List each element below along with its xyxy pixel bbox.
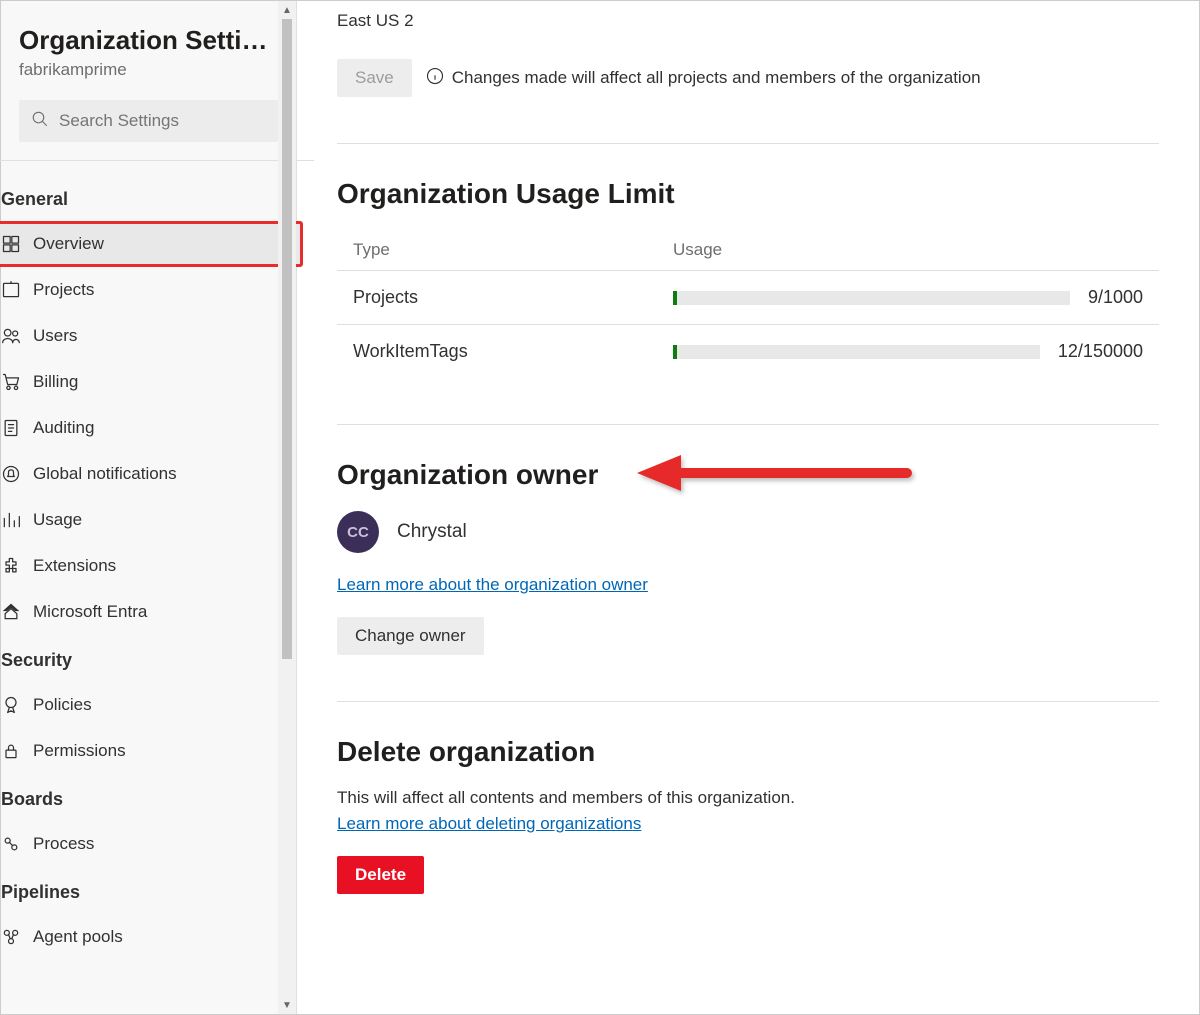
search-input[interactable]	[59, 111, 266, 131]
sidebar-item-policies[interactable]: Policies	[0, 683, 302, 727]
page-title: Organization Settin...	[19, 25, 278, 56]
owner-name: Chrystal	[397, 521, 467, 543]
sidebar-item-process[interactable]: Process	[0, 822, 302, 866]
sidebar-item-label: Microsoft Entra	[33, 602, 147, 622]
usage-value: 9/1000	[1088, 287, 1143, 308]
owner-avatar: CC	[337, 511, 379, 553]
usage-bar	[673, 291, 1070, 305]
sidebar-item-auditing[interactable]: Auditing	[0, 406, 302, 450]
notifications-icon	[1, 464, 21, 484]
usage-heading: Organization Usage Limit	[337, 178, 1159, 210]
delete-description: This will affect all contents and member…	[337, 788, 1159, 808]
save-warning: Changes made will affect all projects an…	[426, 67, 981, 90]
owner-learn-more-link[interactable]: Learn more about the organization owner	[337, 575, 648, 595]
permissions-icon	[1, 741, 21, 761]
annotation-arrow-icon	[637, 451, 917, 501]
users-icon	[1, 326, 21, 346]
scroll-up-icon[interactable]: ▲	[278, 1, 296, 19]
save-warning-text: Changes made will affect all projects an…	[452, 68, 981, 88]
divider	[337, 143, 1159, 144]
sidebar-item-label: Agent pools	[33, 927, 123, 947]
sidebar-item-label: Projects	[33, 280, 94, 300]
sidebar-item-permissions[interactable]: Permissions	[0, 729, 302, 773]
sidebar-item-global-notifications[interactable]: Global notifications	[0, 452, 302, 496]
sidebar-item-projects[interactable]: Projects	[0, 268, 302, 312]
info-icon	[426, 67, 444, 90]
nav-section-title: Pipelines	[1, 868, 296, 915]
usage-table-header: Type Usage	[337, 230, 1159, 270]
policies-icon	[1, 695, 21, 715]
overview-icon	[1, 234, 21, 254]
entra-icon	[1, 602, 21, 622]
scroll-down-icon[interactable]: ▼	[278, 996, 296, 1014]
nav-section-title: General	[1, 175, 296, 222]
sidebar-item-billing[interactable]: Billing	[0, 360, 302, 404]
sidebar-item-usage[interactable]: Usage	[0, 498, 302, 542]
sidebar-item-microsoft-entra[interactable]: Microsoft Entra	[0, 590, 302, 634]
auditing-icon	[1, 418, 21, 438]
sidebar-item-users[interactable]: Users	[0, 314, 302, 358]
usage-type: Projects	[353, 287, 673, 308]
sidebar-scrollbar[interactable]: ▲ ▼	[278, 1, 296, 1014]
projects-icon	[1, 280, 21, 300]
sidebar-item-overview[interactable]: Overview	[0, 222, 302, 266]
delete-heading: Delete organization	[337, 736, 1159, 768]
usage-row: Projects 9/1000	[337, 270, 1159, 324]
extensions-icon	[1, 556, 21, 576]
sidebar-item-label: Billing	[33, 372, 78, 392]
delete-button[interactable]: Delete	[337, 856, 424, 894]
nav-section-title: Security	[1, 636, 296, 683]
sidebar-item-label: Auditing	[33, 418, 94, 438]
divider	[337, 701, 1159, 702]
sidebar: Organization Settin... fabrikamprime Gen…	[1, 1, 297, 1014]
sidebar-item-label: Extensions	[33, 556, 116, 576]
sidebar-item-label: Process	[33, 834, 94, 854]
usage-value: 12/150000	[1058, 341, 1143, 362]
divider	[337, 424, 1159, 425]
billing-icon	[1, 372, 21, 392]
col-type: Type	[353, 240, 673, 260]
change-owner-button[interactable]: Change owner	[337, 617, 484, 655]
org-name: fabrikamprime	[19, 60, 278, 80]
col-usage: Usage	[673, 240, 722, 260]
usage-row: WorkItemTags 12/150000	[337, 324, 1159, 378]
sidebar-item-label: Users	[33, 326, 77, 346]
sidebar-item-label: Global notifications	[33, 464, 177, 484]
save-button: Save	[337, 59, 412, 97]
scroll-thumb[interactable]	[282, 19, 292, 659]
main-content: East US 2 Save Changes made will affect …	[297, 1, 1199, 1014]
sidebar-item-agent-pools[interactable]: Agent pools	[0, 915, 302, 959]
search-icon	[31, 110, 59, 132]
agentpools-icon	[1, 927, 21, 947]
search-settings[interactable]	[19, 100, 278, 142]
usage-bar	[673, 345, 1040, 359]
usage-icon	[1, 510, 21, 530]
nav-section-title: Boards	[1, 775, 296, 822]
usage-type: WorkItemTags	[353, 341, 673, 362]
process-icon	[1, 834, 21, 854]
region-value: East US 2	[337, 11, 1159, 31]
sidebar-item-label: Permissions	[33, 741, 126, 761]
sidebar-item-label: Usage	[33, 510, 82, 530]
delete-learn-more-link[interactable]: Learn more about deleting organizations	[337, 814, 641, 834]
sidebar-item-label: Policies	[33, 695, 92, 715]
sidebar-item-label: Overview	[33, 234, 104, 254]
sidebar-item-extensions[interactable]: Extensions	[0, 544, 302, 588]
